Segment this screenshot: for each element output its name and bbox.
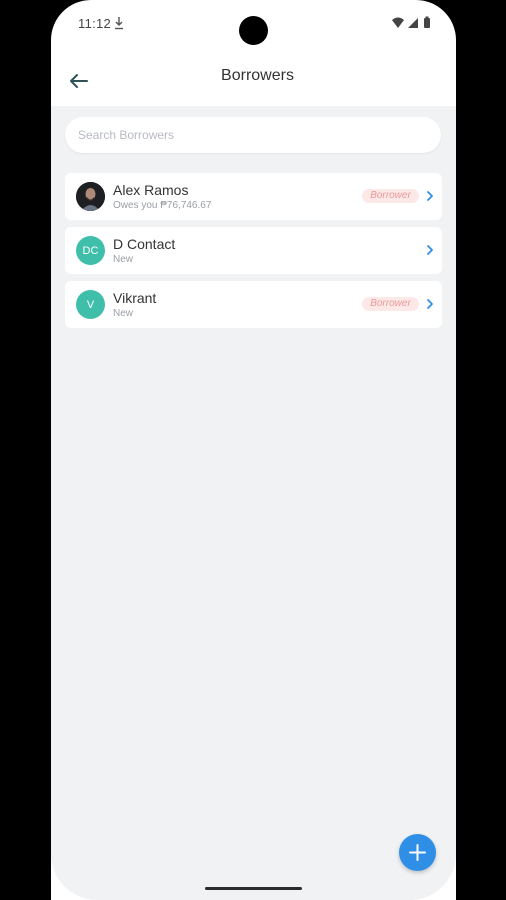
wifi-icon <box>392 17 404 28</box>
chevron-right-icon <box>427 245 433 255</box>
user-photo-icon <box>76 182 105 211</box>
search-input[interactable] <box>78 125 418 145</box>
borrower-row-vikrant[interactable]: V Vikrant New Borrower <box>65 281 442 328</box>
borrower-row-alex-ramos[interactable]: Alex Ramos Owes you ₱76,746.67 Borrower <box>65 173 442 220</box>
borrower-balance: Owes you ₱76,746.67 <box>113 200 212 211</box>
add-borrower-button[interactable] <box>399 834 436 871</box>
signal-icon <box>408 18 418 28</box>
chevron-right-icon <box>427 299 433 309</box>
avatar <box>76 182 105 211</box>
avatar: V <box>76 290 105 319</box>
plus-icon <box>409 844 426 861</box>
download-icon <box>115 17 123 30</box>
borrower-name: Alex Ramos <box>113 182 189 198</box>
device-bezel-right <box>456 0 506 900</box>
borrower-row-d-contact[interactable]: DC D Contact New <box>65 227 442 274</box>
borrower-name: Vikrant <box>113 290 157 306</box>
borrower-badge: Borrower <box>362 297 419 311</box>
borrower-status: New <box>113 308 134 319</box>
camera-cutout <box>239 16 268 45</box>
borrower-badge: Borrower <box>362 189 419 203</box>
avatar: DC <box>76 236 105 265</box>
page-title: Borrowers <box>221 67 294 84</box>
back-button[interactable] <box>64 66 94 96</box>
home-indicator[interactable] <box>205 887 302 890</box>
battery-icon <box>424 16 430 28</box>
device-bezel-left <box>0 0 51 900</box>
status-time: 11:12 <box>78 16 112 31</box>
arrow-left-icon <box>70 74 88 88</box>
borrower-status: New <box>113 254 134 265</box>
chevron-right-icon <box>427 191 433 201</box>
status-icons <box>392 16 430 28</box>
borrower-list: Alex Ramos Owes you ₱76,746.67 Borrower … <box>65 173 442 335</box>
borrower-name: D Contact <box>113 236 176 252</box>
search-bar[interactable] <box>65 117 441 153</box>
